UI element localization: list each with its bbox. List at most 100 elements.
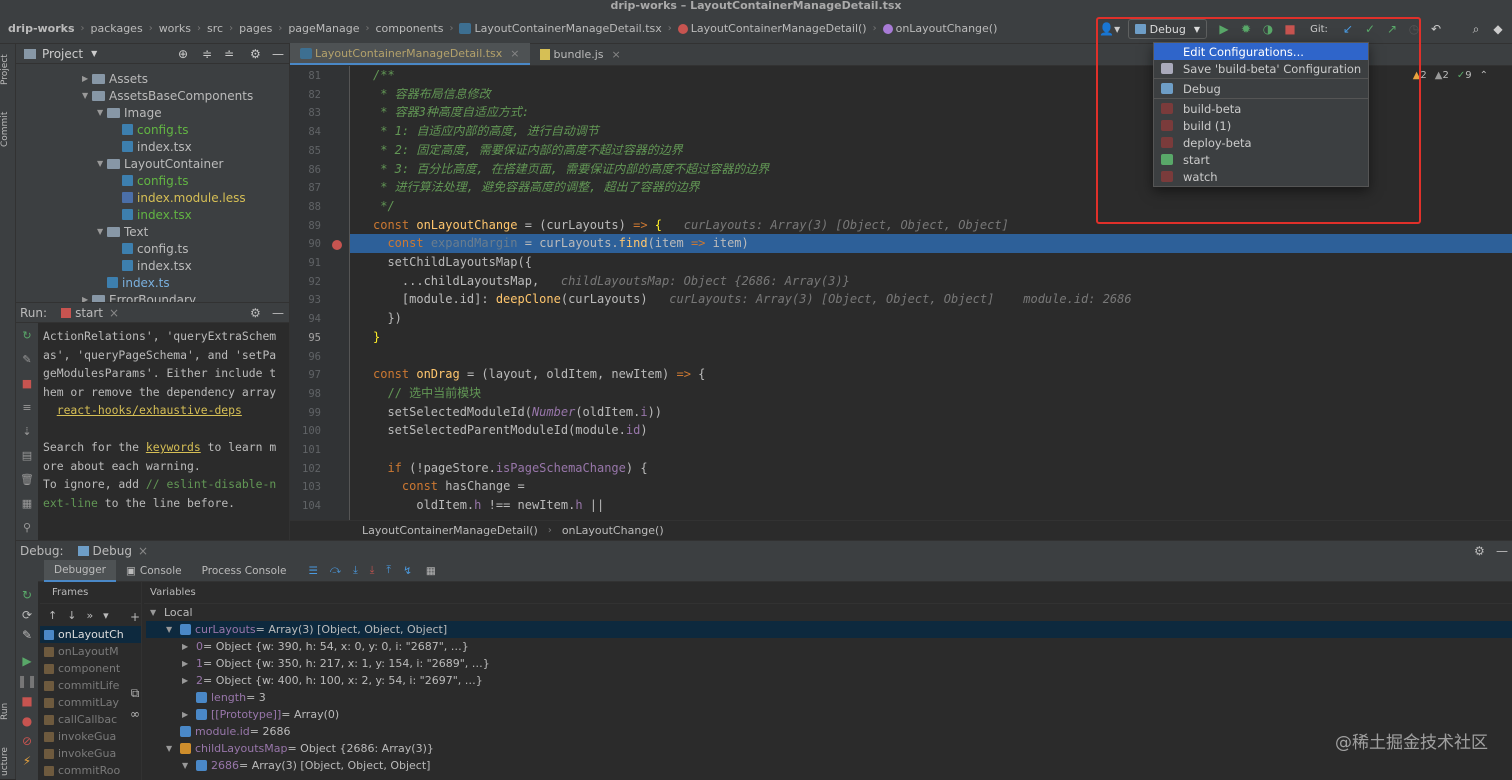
step-over-icon[interactable]: ⤼ [330,564,341,577]
tree-toggle-icon[interactable]: ▼ [82,91,92,100]
breadcrumb-method[interactable]: onLayoutChange() [879,22,1002,35]
eslint-rule-link[interactable]: react-hooks/exhaustive-deps [57,403,242,417]
tree-toggle-icon[interactable]: ▼ [182,761,196,770]
breadcrumb-works[interactable]: works [155,22,195,35]
debug-tab[interactable]: Debug [93,544,132,558]
tree-toggle-icon[interactable]: ▶ [182,642,196,651]
close-icon[interactable]: × [138,544,148,558]
arrow-down-icon[interactable]: ↓ [67,609,76,622]
pin-icon[interactable]: ⚲ [16,521,38,539]
variable-row[interactable]: ▼Local [146,604,1512,621]
tree-toggle-icon[interactable]: ▶ [182,710,196,719]
dropdown-item[interactable]: Save 'build-beta' Configuration [1154,60,1368,77]
tree-toggle-icon[interactable]: ▶ [82,295,92,302]
debug-icon[interactable]: ✹ [1236,19,1256,39]
gear-icon[interactable]: ⚙ [250,47,261,61]
tree-toggle-icon[interactable]: ▼ [97,159,107,168]
add-watch-icon[interactable]: + [126,610,144,624]
pause-icon[interactable]: ❚❚ [16,674,38,688]
show-execution-point-icon[interactable]: ☰ [308,565,317,577]
tree-item[interactable]: ▼LayoutContainer [16,155,290,172]
dropdown-item[interactable]: build (1) [1154,117,1368,134]
breadcrumb-src[interactable]: src [203,22,227,35]
breadcrumb-pagemanage[interactable]: pageManage [284,22,363,35]
editor-breadcrumb-function[interactable]: LayoutContainerManageDetail() [362,524,538,537]
run-console-output[interactable]: ActionRelations', 'queryExtraSchemas', '… [43,327,281,512]
dropdown-item[interactable]: start [1154,151,1368,168]
breadcrumb-pages[interactable]: pages [235,22,276,35]
target-icon[interactable]: ⊕ [178,47,188,61]
stop-icon[interactable]: ■ [16,694,38,708]
copy-icon[interactable]: ⧉ [126,686,144,701]
tree-item[interactable]: config.ts [16,240,290,257]
tab-bundle-js[interactable]: bundle.js× [530,43,631,65]
breadcrumb-components[interactable]: components [372,22,448,35]
close-icon[interactable]: × [109,306,119,320]
rollback-icon[interactable]: ↶ [1426,19,1446,39]
glasses-icon[interactable]: ∞ [126,707,144,721]
trash-icon[interactable]: 🗑 [16,473,38,491]
minimize-icon[interactable]: — [272,47,284,61]
tree-toggle-icon[interactable]: ▶ [82,74,92,83]
tree-item[interactable]: index.ts [16,274,290,291]
force-step-into-icon[interactable]: ⤓ [370,564,375,577]
dropdown-item[interactable]: Debug [1154,80,1368,97]
breakpoint-icon[interactable] [332,240,342,250]
coverage-icon[interactable]: ◑ [1258,19,1278,39]
breadcrumb-packages[interactable]: packages [87,22,147,35]
reload-icon[interactable]: ⟳ [16,608,38,622]
tree-item[interactable]: config.ts [16,172,290,189]
run-icon[interactable]: ▶ [1214,19,1234,39]
gear-icon[interactable]: ⚙ [250,306,261,320]
variable-row[interactable]: ▶[[Prototype]] = Array(0) [146,706,1512,723]
more-icon[interactable]: » [86,609,93,622]
git-push-icon[interactable]: ↗ [1382,19,1402,39]
tree-item[interactable]: index.tsx [16,257,290,274]
tree-toggle-icon[interactable]: ▶ [182,659,196,668]
tree-item[interactable]: index.tsx [16,138,290,155]
variable-row[interactable]: ▶1 = Object {w: 350, h: 217, x: 1, y: 15… [146,655,1512,672]
variable-row[interactable]: ▼2686 = Array(3) [Object, Object, Object… [146,757,1512,774]
chevron-down-icon[interactable]: ▾ [103,609,109,622]
tree-item[interactable]: ▼AssetsBaseComponents [16,87,290,104]
collapse-all-icon[interactable]: ≐ [224,47,234,61]
tab-debugger[interactable]: Debugger [44,560,116,582]
wrench-icon[interactable]: ✎ [16,353,38,371]
tree-toggle-icon[interactable]: ▼ [166,625,180,634]
structure-tool-tab[interactable]: ucture [0,744,16,779]
tree-toggle-icon[interactable]: ▶ [182,676,196,685]
view-breakpoints-icon[interactable]: ● [16,714,38,728]
scroll-end-icon[interactable]: ⇣ [16,425,38,443]
tree-item[interactable]: index.tsx [16,206,290,223]
stop-icon[interactable]: ■ [16,377,38,395]
tree-toggle-icon[interactable]: ▼ [150,608,164,617]
expand-all-icon[interactable]: ≑ [202,47,212,61]
tree-toggle-icon[interactable]: ▼ [166,744,180,753]
search-icon[interactable]: ⌕ [1466,19,1486,39]
variable-row[interactable]: ▼curLayouts = Array(3) [Object, Object, … [146,621,1512,638]
variable-row[interactable]: ▶2 = Object {w: 400, h: 100, x: 2, y: 54… [146,672,1512,689]
step-into-icon[interactable]: ⤓ [353,564,358,577]
tree-item[interactable]: config.ts [16,121,290,138]
run-tab-start[interactable]: start [75,306,103,320]
ide-logo-icon[interactable]: ◆ [1488,19,1508,39]
mute-breakpoints-icon[interactable]: ⊘ [16,734,38,748]
project-panel-title[interactable]: Project [42,47,83,61]
gear-icon[interactable]: ⚙ [1474,544,1485,558]
print-icon[interactable]: ▤ [16,449,38,467]
minimize-icon[interactable]: — [1496,544,1508,558]
editor-breadcrumb-method[interactable]: onLayoutChange() [562,524,664,537]
close-icon[interactable]: × [510,47,519,60]
chevron-up-icon[interactable]: ⌃ [1480,70,1488,81]
tree-item[interactable]: ▼Image [16,104,290,121]
rerun-icon[interactable]: ↻ [16,588,38,602]
git-commit-icon[interactable]: ✓ [1360,19,1380,39]
tree-toggle-icon[interactable]: ▼ [97,108,107,117]
lightning-icon[interactable]: ⚡ [16,754,38,768]
history-icon[interactable]: ◷ [1404,19,1424,39]
stop-icon[interactable]: ■ [1280,19,1300,39]
git-update-icon[interactable]: ↙ [1338,19,1358,39]
project-tool-tab[interactable]: Project [0,48,16,92]
wrench-icon[interactable]: ✎ [16,628,38,642]
evaluate-icon[interactable]: ▦ [426,565,436,577]
